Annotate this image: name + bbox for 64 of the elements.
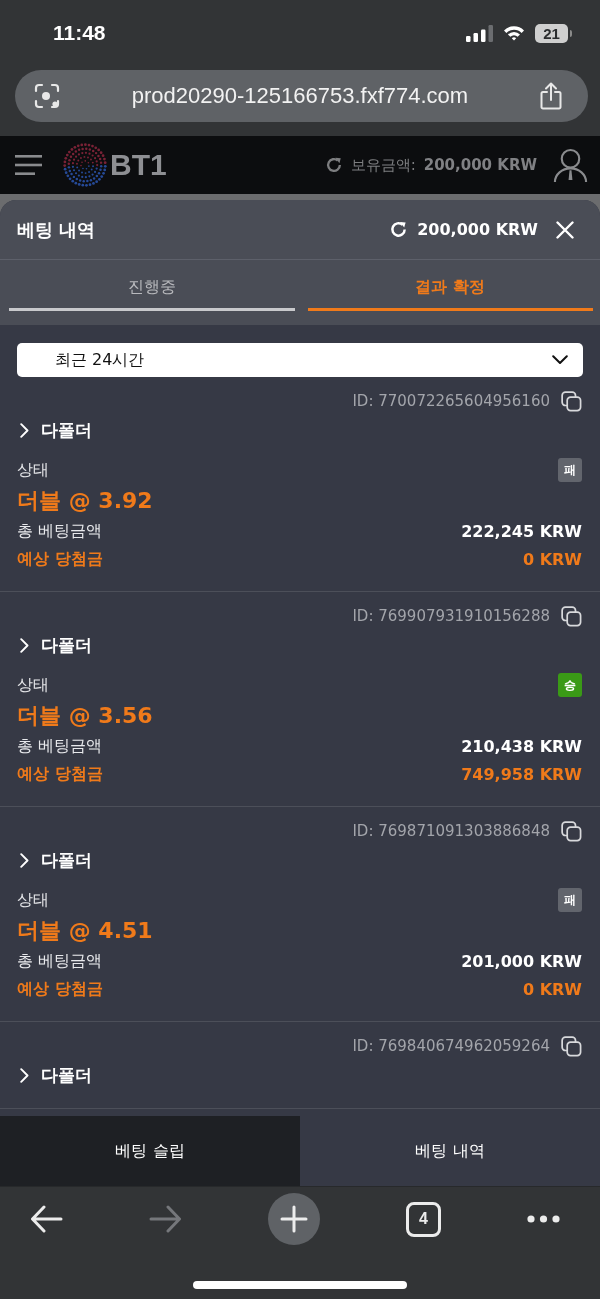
stake-amount: 210,438 KRW [461, 736, 582, 756]
menu-icon[interactable] [15, 155, 42, 175]
status-label: 상태 [17, 674, 49, 696]
back-arrow-icon[interactable] [30, 1205, 63, 1233]
result-badge: 승 [558, 673, 582, 697]
bet-type-toggle[interactable]: 다폴더 [17, 630, 92, 660]
copy-icon[interactable] [561, 390, 582, 412]
copy-icon[interactable] [561, 1035, 582, 1057]
tab[interactable]: 진행중 [9, 260, 295, 311]
chevron-right-icon [20, 637, 29, 653]
tab-count-button[interactable]: 4 [406, 1201, 441, 1237]
balance-amount: 200,000 KRW [417, 220, 538, 239]
balance-label: 보유금액: [350, 155, 416, 175]
bet-odds: 더블 @ 3.56 [17, 702, 153, 730]
copy-icon[interactable] [561, 605, 582, 627]
address-bar[interactable]: prod20290-125166753.fxf774.com [15, 70, 588, 122]
chevron-right-icon [20, 852, 29, 868]
bet-odds: 더블 @ 4.51 [17, 917, 153, 945]
chevron-right-icon [20, 1067, 29, 1083]
bet-id: ID: 769907931910156288 [352, 607, 550, 625]
status-label: 상태 [17, 459, 49, 481]
period-dropdown[interactable]: 최근 24시간 [17, 343, 583, 377]
refresh-icon[interactable] [324, 156, 343, 174]
share-icon[interactable] [540, 82, 562, 110]
bet-id: ID: 769840674962059264 [352, 1037, 550, 1055]
close-icon[interactable] [556, 220, 574, 239]
chevron-down-icon [552, 355, 568, 365]
balance-amount: 200,000 KRW [423, 156, 537, 174]
bet-id: ID: 769871091303886848 [352, 822, 550, 840]
stake-amount: 222,245 KRW [461, 521, 582, 541]
logo-emblem-icon [62, 142, 108, 188]
copy-icon[interactable] [561, 820, 582, 842]
status-label: 상태 [17, 889, 49, 911]
payout-amount: 0 KRW [522, 549, 582, 569]
stake-label: 총 베팅금액 [17, 735, 103, 757]
signal-icon [466, 24, 493, 42]
bet-type-toggle[interactable]: 다폴더 [17, 1060, 92, 1090]
result-badge: 패 [558, 458, 582, 482]
chevron-right-icon [20, 422, 29, 438]
payout-amount: 749,958 KRW [461, 764, 582, 784]
bet-id: ID: 770072265604956160 [352, 392, 550, 410]
bet-odds: 더블 @ 3.92 [17, 487, 153, 515]
user-icon[interactable] [553, 147, 588, 183]
payout-amount: 0 KRW [522, 979, 582, 999]
payout-label: 예상 당첨금 [17, 978, 103, 1000]
new-tab-icon[interactable] [268, 1193, 320, 1245]
more-icon[interactable] [527, 1215, 560, 1223]
panel-title: 베팅 내역 [17, 217, 96, 242]
stake-label: 총 베팅금액 [17, 520, 103, 542]
url-text[interactable]: prod20290-125166753.fxf774.com [70, 83, 530, 109]
refresh-icon[interactable] [389, 220, 409, 239]
payout-label: 예상 당첨금 [17, 548, 103, 570]
result-badge: 패 [558, 888, 582, 912]
battery-indicator: 21 [535, 23, 572, 43]
stake-label: 총 베팅금액 [17, 950, 103, 972]
wifi-icon [503, 25, 525, 41]
lens-icon[interactable] [34, 83, 60, 109]
bottom-tab[interactable]: 베팅 슬립 [0, 1116, 300, 1186]
bet-type-toggle[interactable]: 다폴더 [17, 845, 92, 875]
logo-text: BT1 [110, 148, 167, 182]
stake-amount: 201,000 KRW [461, 951, 582, 971]
bet-type-toggle[interactable]: 다폴더 [17, 415, 92, 445]
status-time: 11:48 [53, 21, 106, 45]
payout-label: 예상 당첨금 [17, 763, 103, 785]
